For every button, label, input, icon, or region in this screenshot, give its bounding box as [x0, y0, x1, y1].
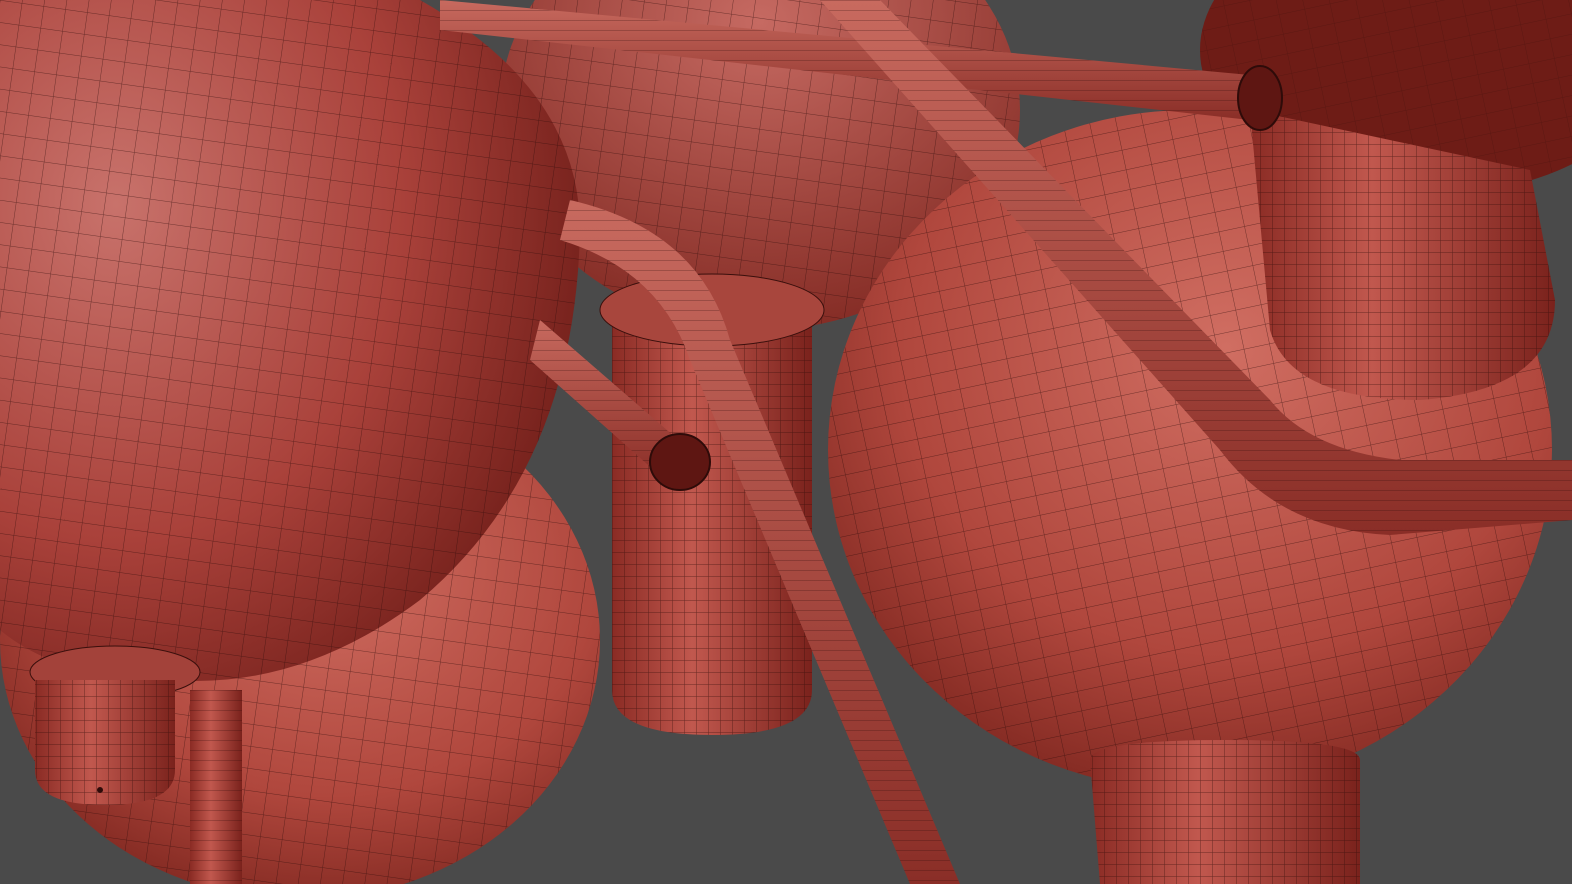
- bottom-right-cylinder: [1090, 740, 1360, 884]
- left-vertical-tube: [190, 690, 242, 884]
- render-canvas: [0, 0, 1572, 884]
- 3d-viewport[interactable]: [0, 0, 1572, 884]
